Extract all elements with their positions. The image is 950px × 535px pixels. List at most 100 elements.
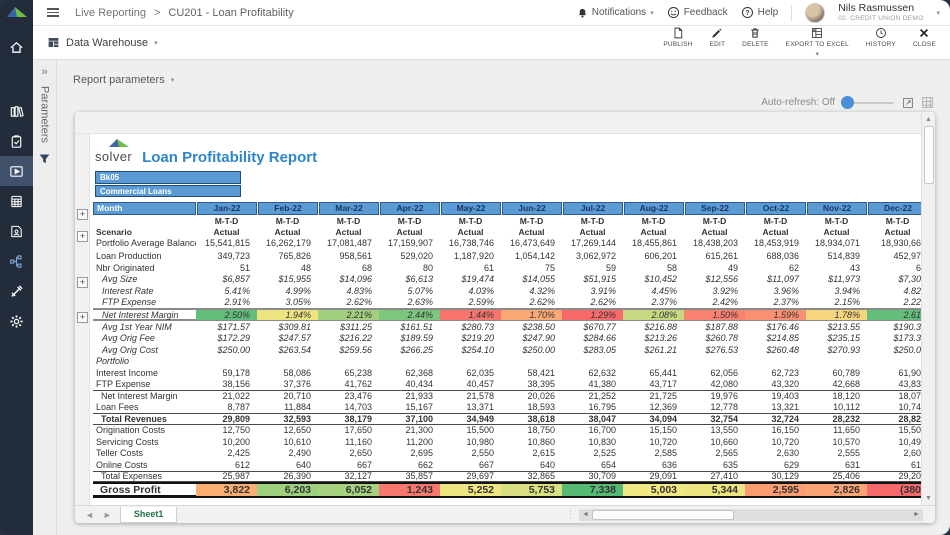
sidebar-item-settings[interactable] [0,306,33,336]
table-row: Origination Costs12,75012,65017,65021,30… [93,425,921,437]
feedback-button[interactable]: Feedback [667,6,728,19]
cell: 32,865 [501,471,562,481]
table-row: Net Interest Margin21,02220,71023,47621,… [93,390,921,402]
data-source-selector[interactable]: Data Warehouse▾ [47,36,158,49]
horizontal-scrollbar[interactable]: ◄ ► [579,509,923,521]
cell: 667 [440,460,501,470]
edit-button[interactable]: EDIT [710,27,726,58]
report-parameters-toggle[interactable]: Report parameters▾ [73,74,174,86]
cell: Nbr Originated [93,263,196,273]
user-avatar[interactable] [805,3,825,23]
user-menu[interactable]: Nils Rasmussen 02. Credit Union Demo [838,3,923,22]
cell: 3.94% [806,286,867,296]
cell: 4.45% [623,286,684,296]
table-row: Online Costs6126406676626676406546366356… [93,459,921,471]
cell: Apr-22 [380,202,440,215]
sheet-tab[interactable]: Sheet1 [120,507,178,523]
vertical-scroll-thumb[interactable] [924,126,934,184]
export-to-excel-button[interactable]: EXPORT TO EXCEL ▾ [786,27,849,58]
sheet-tab-next-icon[interactable]: ► [103,510,112,520]
cell: 42,668 [806,379,867,389]
delete-button[interactable]: DELETE [742,27,769,58]
cell: 2,595 [745,484,806,496]
user-menu-caret-icon[interactable]: ▾ [936,9,940,17]
cell: 606,201 [623,251,684,261]
cell: 68 [318,263,379,273]
outline-expand-button[interactable]: + [77,209,88,220]
cell: Loan Production [93,251,196,261]
auto-refresh-toggle[interactable] [842,102,894,104]
cell: 18,455,861 [623,238,684,248]
sidebar-item-budgeting[interactable] [0,186,33,216]
cell: $176.46 [745,322,806,332]
vertical-scrollbar[interactable]: ▲ ▼ [921,112,935,505]
sheet-tab-prev-icon[interactable]: ◄ [85,510,94,520]
parameters-panel-collapsed: » Parameters [33,60,57,535]
scroll-left-icon[interactable]: ◄ [579,511,592,518]
scrollbar-splitter[interactable]: ⋮ [562,509,579,520]
cell: 21,725 [623,391,684,401]
cell: Avg Orig Fee [93,333,196,343]
sidebar-item-reports[interactable] [0,156,33,186]
cell: M-T-D [867,216,921,226]
cell: Teller Costs [93,448,196,458]
scroll-up-icon[interactable]: ▲ [922,112,935,126]
sidebar-item-admin-tools[interactable] [0,276,33,306]
help-button[interactable]: ? Help [741,6,779,19]
cell: 65,238 [318,368,379,378]
hamburger-menu-icon[interactable] [47,8,59,17]
scroll-right-icon[interactable]: ► [910,511,923,518]
user-org: 02. Credit Union Demo [838,15,923,22]
cell: 2.91% [196,297,257,307]
cell: 2.15% [806,297,867,307]
cell: 19,976 [684,391,745,401]
cell: 28,82 [867,414,921,424]
table-row: Net Interest Margin2.50%1.94%2.21%2.44%1… [93,308,921,321]
cell: 40,457 [440,379,501,389]
sidebar-item-assignments[interactable] [0,216,33,246]
toggle-knob[interactable] [841,96,854,109]
cell: Jan-22 [197,202,257,215]
publish-button[interactable]: PUBLISH [663,27,692,58]
breadcrumb-section[interactable]: Live Reporting [75,7,146,19]
cell: Feb-22 [258,202,318,215]
report-title: Loan Profitability Report [142,149,317,166]
topbar: Live Reporting > CU201 - Loan Profitabil… [33,0,950,26]
filter-icon[interactable] [38,153,51,165]
cell: 43,83 [867,379,921,389]
outline-expand-button[interactable]: + [77,231,88,242]
open-in-new-icon[interactable] [901,96,914,109]
cell: 2,615 [501,448,562,458]
history-button[interactable]: HISTORY [866,27,896,58]
cell: 688,036 [745,251,806,261]
outline-expand-button[interactable]: + [77,312,88,323]
cell: 12,750 [196,425,257,435]
expand-parameters-icon[interactable]: » [41,66,47,78]
cell: $670.77 [562,322,623,332]
outline-expand-button[interactable]: + [77,277,88,288]
cell: $19,474 [440,274,501,284]
horizontal-scroll-thumb[interactable] [592,510,734,520]
grid-view-icon[interactable] [921,96,934,109]
sidebar-item-home[interactable] [0,32,33,62]
sidebar-item-process[interactable] [0,246,33,276]
period-row: M-T-DM-T-DM-T-DM-T-DM-T-DM-T-DM-T-DM-T-D… [93,215,921,226]
sidebar-item-library[interactable] [0,96,33,126]
cell: 2.62% [318,297,379,307]
scroll-down-icon[interactable]: ▼ [922,491,935,505]
cell: $161.51 [379,322,440,332]
cell: 43 [806,263,867,273]
cell: 62,632 [562,368,623,378]
sidebar-item-tasks[interactable] [0,126,33,156]
cell: $260.78 [684,333,745,343]
close-button[interactable]: CLOSE [913,27,936,58]
cell: 662 [379,460,440,470]
cell: Actual [257,227,318,237]
cell: Origination Costs [93,425,196,435]
cell: Avg 1st Year NIM [93,322,196,332]
notifications-button[interactable]: Notifications▾ [577,7,654,19]
gear-icon [9,314,24,329]
cell: 514,839 [806,251,867,261]
cell: 25,987 [196,471,257,481]
cell: 8,787 [196,402,257,412]
